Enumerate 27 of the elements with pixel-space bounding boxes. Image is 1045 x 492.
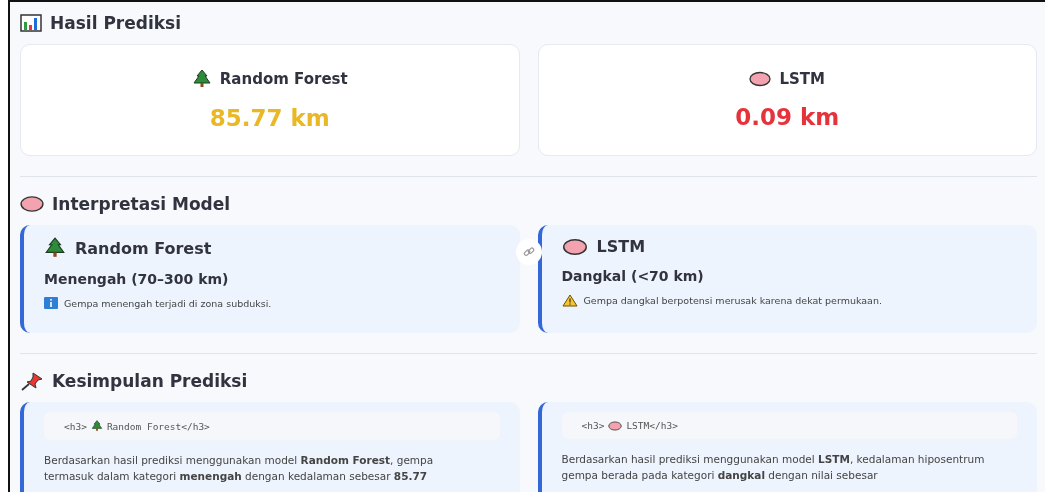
note-text: Gempa dangkal berpotensi merusak karena dekat permukaan. — [583, 295, 882, 306]
bar-chart-icon — [20, 14, 42, 32]
code-text: <h3> — [64, 420, 87, 432]
link-icon — [522, 246, 535, 258]
tree-icon — [44, 237, 66, 259]
metric-value: 85.77 km — [209, 105, 330, 131]
note-text: Gempa menengah terjadi di zona subduksi. — [64, 297, 272, 309]
conclusion-paragraph: Berdasarkan hasil prediksi menggunakan model LSTM, kedalaman hiposentrum gempa berada pada kategori dangkal dengan nilai sebesar — [561, 452, 986, 484]
code-text: Random Forest</h3> — [106, 420, 210, 432]
section-title: Hasil Prediksi — [50, 13, 181, 33]
warning-icon — [561, 294, 578, 307]
code-text: <h3> — [581, 420, 605, 431]
pushpin-icon — [20, 371, 44, 391]
info-icon — [44, 297, 58, 309]
conclusion-paragraph: Berdasarkan hasil prediksi menggunakan model Random Forest, gempa termasuk dalam kategori menengah dengan kedalaman sebesar 85.77 — [44, 453, 435, 485]
model-name: LSTM — [596, 237, 646, 256]
model-name: LSTM — [779, 70, 825, 88]
metric-value: 0.09 km — [735, 104, 840, 130]
tree-icon — [191, 69, 212, 89]
section-title: Kesimpulan Prediksi — [52, 371, 248, 391]
model-name: Random Forest — [75, 238, 212, 258]
model-name: Random Forest — [219, 70, 348, 88]
code-text: LSTM</h3> — [626, 420, 678, 431]
depth-category: Menengah (70–300 km) — [44, 271, 230, 287]
depth-category: Dangkal (<70 km) — [561, 268, 705, 284]
section-title: Interpretasi Model — [52, 194, 231, 214]
tree-icon — [90, 420, 103, 432]
